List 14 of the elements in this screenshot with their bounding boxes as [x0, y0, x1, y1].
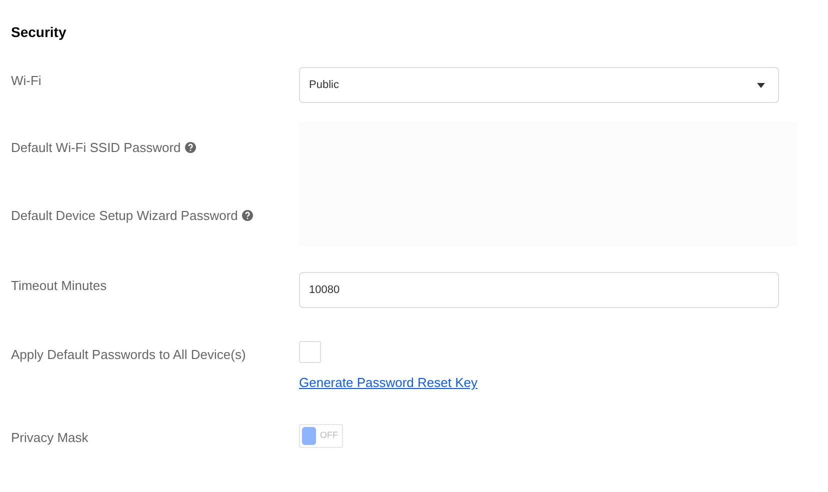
field-label: Default Wi-Fi SSID Password [11, 140, 181, 155]
section-title: Security [10, 23, 68, 42]
checkbox[interactable] [299, 341, 321, 363]
help-icon[interactable] [242, 210, 253, 221]
field-label: Default Device Setup Wizard Password [11, 208, 238, 223]
wifi-select[interactable]: Public [299, 67, 779, 103]
field-label: Apply Default Passwords to All Device(s) [11, 347, 246, 362]
timeout-field[interactable]: 10080 [299, 272, 779, 308]
caret-icon [757, 82, 765, 88]
reset-key-link[interactable]: Generate Password Reset Key [299, 373, 478, 392]
field-label: Timeout Minutes [11, 278, 107, 293]
field-label: Privacy Mask [11, 430, 88, 444]
field-label: Wi-Fi [11, 73, 42, 88]
help-icon[interactable] [184, 142, 196, 153]
